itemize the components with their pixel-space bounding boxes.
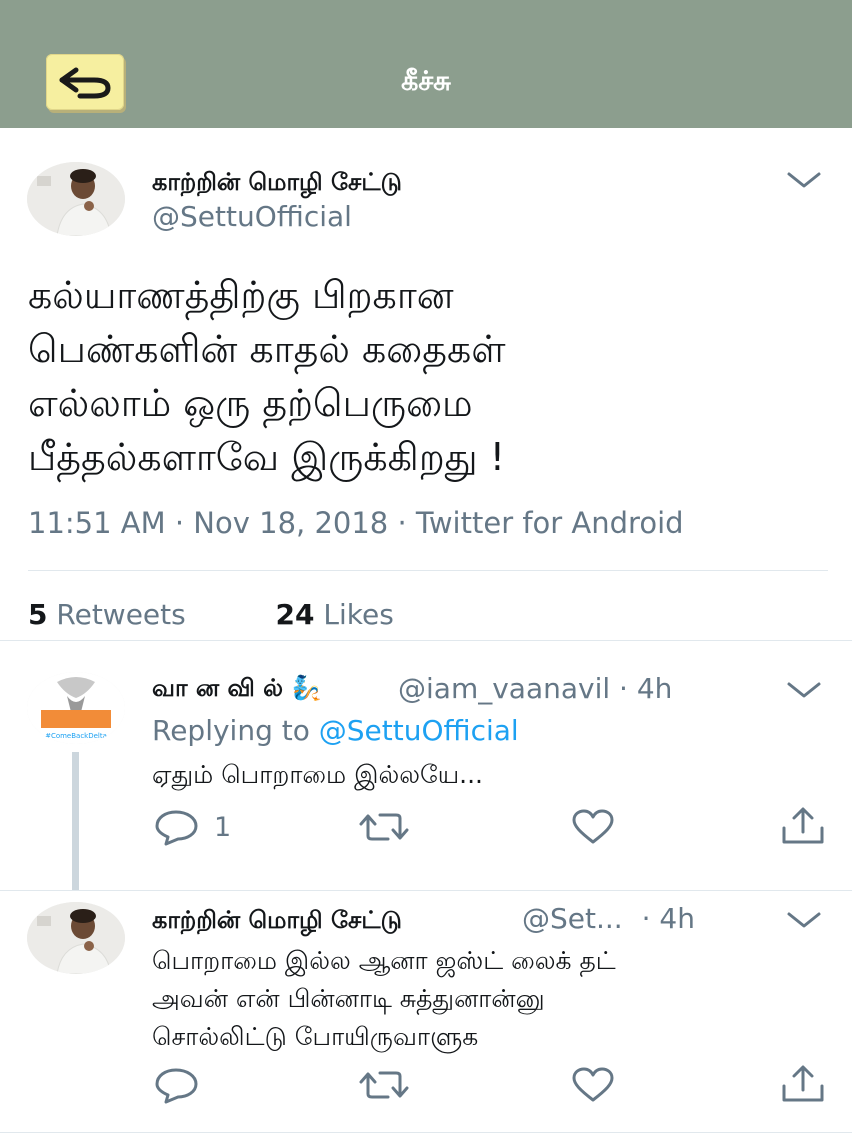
retweets-count: 5 [28,598,48,631]
share-icon [782,807,824,844]
tweet-meta: 11:51 AM · Nov 18, 2018 · Twitter for An… [28,506,684,540]
retweet-action[interactable] [358,1066,410,1104]
chevron-down-icon[interactable] [786,680,822,700]
retweet-icon [359,813,409,841]
divider [0,1132,852,1133]
reply-avatar[interactable]: #ComeBackDelta [27,672,125,744]
reply-time: · 4h [641,902,695,935]
reply-text-line: ஏதும் பொறாமை இல்லயே... [152,760,483,789]
share-icon [782,1065,824,1102]
retweets-label: Retweets [56,598,186,631]
page-title: கீச்சு [401,66,451,97]
reply-author-handle[interactable]: @Set... · 4h [522,902,695,935]
likes-label: Likes [323,598,394,631]
reply-author-name[interactable]: வா ன வி ல் 🧞 [152,674,321,705]
tweet-text-line: எல்லாம் ஒரு தற்பெருமை [28,381,473,425]
divider [0,890,852,891]
share-action[interactable] [780,806,826,846]
tweet-text: கல்யாணத்திற்கு பிறகான பெண்களின் காதல் கத… [28,268,828,484]
reply-count: 1 [214,811,232,843]
reply-text: பொறாமை இல்ல ஆனா ஜஸ்ட் லைக் தட் அவன் என் … [152,942,616,1056]
tweet-text-line: பீத்தல்களாவே இருக்கிறது ! [28,435,505,479]
chevron-down-icon[interactable] [786,170,822,190]
divider [0,640,852,641]
author-handle[interactable]: @SettuOfficial [152,200,352,233]
author-avatar[interactable] [27,162,125,236]
reply-author-name-text: வா ன வி ல் [152,674,284,702]
reply-author-name[interactable]: காற்றின் மொழி சேட்டு [152,906,402,937]
app-header: கீச்சு [0,0,852,128]
retweet-icon [359,1071,409,1099]
likes-stat[interactable]: 24 Likes [276,598,394,631]
share-action[interactable] [780,1064,826,1104]
reply-action[interactable] [154,1066,214,1104]
reply-handle-text: @iam_vaanavil [398,672,611,705]
chevron-down-icon[interactable] [786,910,822,930]
like-action[interactable] [570,808,616,846]
heart-icon [572,809,614,844]
comment-icon [155,1068,198,1104]
genie-emoji-icon: 🧞 [291,674,322,702]
replying-prefix: Replying to [152,714,310,747]
reply-time: · 4h [619,672,673,705]
likes-count: 24 [275,598,315,631]
replying-to: Replying to @SettuOfficial [152,714,519,747]
reply-author-handle[interactable]: @iam_vaanavil · 4h [398,672,672,705]
reply-avatar[interactable] [27,902,125,974]
heart-icon [572,1067,614,1102]
replying-to-mention[interactable]: @SettuOfficial [319,714,519,747]
reply-text: ஏதும் பொறாமை இல்லயே... [152,756,483,794]
like-action[interactable] [570,1066,616,1104]
retweets-stat[interactable]: 5 Retweets [28,598,195,631]
reply-text-line: சொல்லிட்டு போயிருவாளுக [152,1022,479,1051]
reply-handle-text: @Set... [522,902,623,935]
reply-text-line: பொறாமை இல்ல ஆனா ஜஸ்ட் லைக் தட் [152,946,616,975]
reply-text-line: அவன் என் பின்னாடி சுத்துனான்னு [152,984,545,1013]
thread-connector-line [72,752,79,890]
retweet-action[interactable] [358,808,410,846]
reply-action[interactable]: 1 [154,808,231,846]
tweet-text-line: பெண்களின் காதல் கதைகள் [28,327,506,371]
tweet-text-line: கல்யாணத்திற்கு பிறகான [28,273,454,317]
tweet-stats: 5 Retweets 24 Likes [28,598,394,631]
svg-text:#ComeBackDelta: #ComeBackDelta [45,732,107,740]
divider [28,570,828,571]
author-name[interactable]: காற்றின் மொழி சேட்டு [152,168,402,199]
comment-icon [155,810,198,846]
